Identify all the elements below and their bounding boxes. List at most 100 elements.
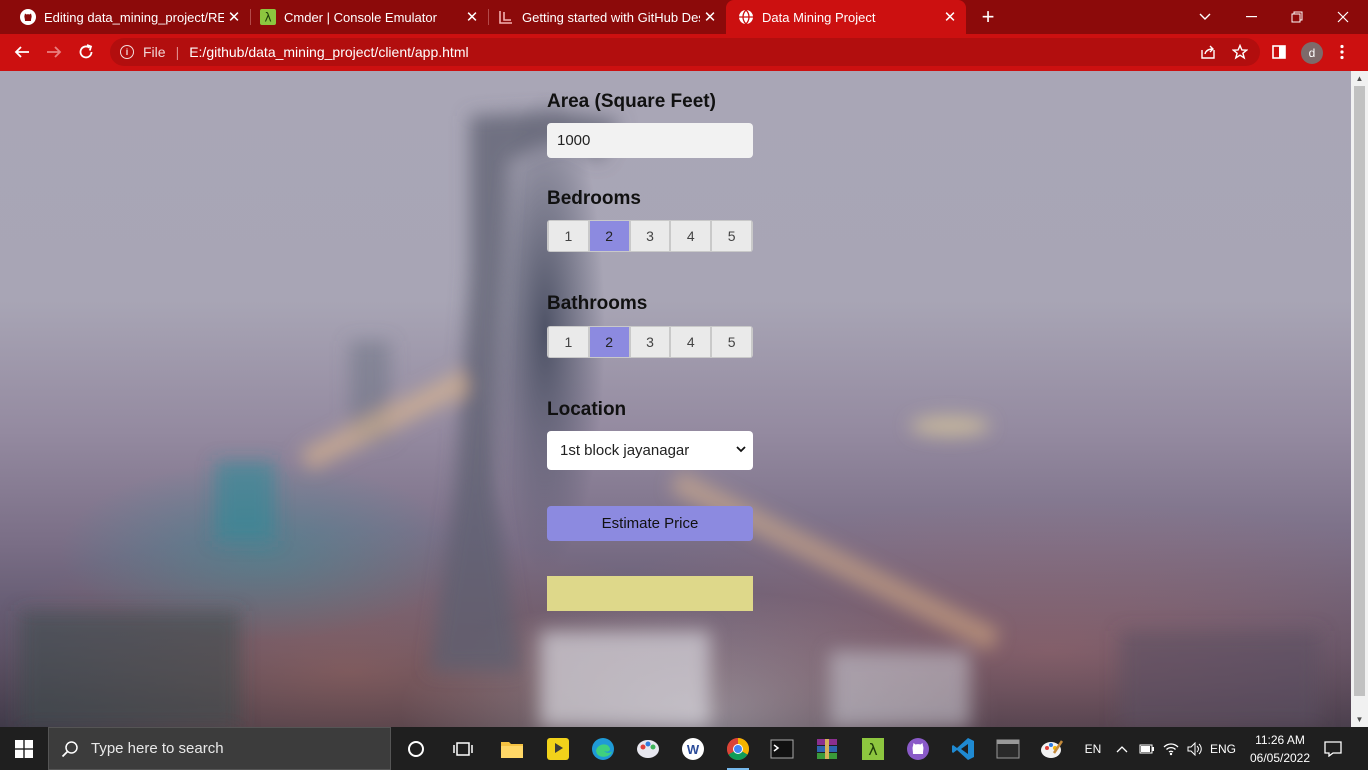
edge-icon[interactable] xyxy=(588,734,618,764)
task-view-icon[interactable] xyxy=(448,734,478,764)
svg-text:λ: λ xyxy=(868,740,877,759)
tab-title: Getting started with GitHub Desktop xyxy=(522,9,700,25)
reload-button[interactable] xyxy=(72,38,100,66)
estimated-price-result xyxy=(547,576,753,611)
cmder-icon[interactable]: λ xyxy=(858,734,888,764)
bathroom-option-5[interactable]: 5 xyxy=(712,327,751,357)
close-tab-icon[interactable]: ✕ xyxy=(940,7,960,27)
side-panel-icon[interactable] xyxy=(1269,42,1289,62)
back-arrow-icon xyxy=(14,46,29,58)
cmder-icon: λ xyxy=(260,9,276,25)
battery-icon[interactable] xyxy=(1136,727,1158,770)
forward-button[interactable] xyxy=(40,38,68,66)
svg-text:λ: λ xyxy=(264,11,271,25)
chevron-down-icon xyxy=(736,446,746,453)
bedrooms-selector: 1 2 3 4 5 xyxy=(547,220,753,252)
area-input[interactable] xyxy=(547,123,753,158)
chevron-up-icon[interactable] xyxy=(1112,727,1132,770)
vscode-icon[interactable] xyxy=(948,734,978,764)
reload-icon xyxy=(79,44,93,59)
location-select[interactable]: 1st block jayanagar xyxy=(547,431,753,470)
restore-icon xyxy=(1291,11,1303,23)
close-window-button[interactable] xyxy=(1320,0,1366,34)
browser-toolbar: i File | E:/github/data_mining_project/c… xyxy=(0,34,1368,71)
wifi-icon[interactable] xyxy=(1160,727,1182,770)
github-desktop-icon[interactable] xyxy=(903,734,933,764)
github-desktop-icon xyxy=(498,9,514,25)
paint-icon[interactable] xyxy=(633,734,663,764)
tab-cmder[interactable]: λ Cmder | Console Emulator ✕ xyxy=(240,0,488,34)
player-icon[interactable] xyxy=(543,734,573,764)
close-icon xyxy=(1337,11,1349,23)
winrar-icon[interactable] xyxy=(812,734,842,764)
start-button[interactable] xyxy=(0,727,48,770)
share-icon[interactable] xyxy=(1198,42,1218,62)
paint3d-icon[interactable] xyxy=(1037,734,1067,764)
search-placeholder: Type here to search xyxy=(91,740,224,757)
notifications-icon[interactable] xyxy=(1320,727,1346,770)
bedroom-option-2[interactable]: 2 xyxy=(589,221,629,251)
profile-avatar[interactable]: d xyxy=(1301,42,1323,64)
search-icon xyxy=(61,740,78,757)
scrollbar-thumb[interactable] xyxy=(1354,86,1365,696)
github-icon xyxy=(20,9,36,25)
address-bar[interactable]: i File | E:/github/data_mining_project/c… xyxy=(110,38,1260,66)
scroll-up-arrow-icon[interactable]: ▲ xyxy=(1351,71,1368,86)
bedroom-option-3[interactable]: 3 xyxy=(630,221,670,251)
tab-title: Editing data_mining_project/README.md xyxy=(44,9,224,25)
tab-github-readme[interactable]: Editing data_mining_project/README.md ✕ xyxy=(0,0,250,34)
cortana-icon[interactable] xyxy=(401,734,431,764)
menu-dots-icon[interactable] xyxy=(1332,42,1352,62)
bedroom-option-5[interactable]: 5 xyxy=(712,221,751,251)
language-indicator[interactable]: ENG xyxy=(1208,727,1238,770)
tab-github-desktop[interactable]: Getting started with GitHub Desktop ✕ xyxy=(478,0,726,34)
bathrooms-label: Bathrooms xyxy=(547,293,648,314)
location-selected-value: 1st block jayanagar xyxy=(560,442,690,459)
close-tab-icon[interactable]: ✕ xyxy=(700,7,720,27)
terminal-icon[interactable] xyxy=(767,734,797,764)
tab-title: Cmder | Console Emulator xyxy=(284,9,437,25)
forward-arrow-icon xyxy=(47,46,62,58)
writer-icon[interactable]: W xyxy=(678,734,708,764)
tab-data-mining-project[interactable]: Data Mining Project ✕ xyxy=(726,0,966,34)
file-explorer-icon[interactable] xyxy=(497,734,527,764)
tab-search-button[interactable] xyxy=(1182,0,1228,34)
clock-time: 11:26 AM xyxy=(1255,733,1305,747)
info-icon[interactable]: i xyxy=(120,45,134,59)
bathroom-option-4[interactable]: 4 xyxy=(671,327,711,357)
windows-logo-icon xyxy=(15,739,33,758)
bathroom-option-3[interactable]: 3 xyxy=(630,327,670,357)
scheme-label: File xyxy=(143,44,166,60)
windows-taskbar: Type here to search W λ EN ENG 11:26 AM … xyxy=(0,727,1368,770)
bedroom-option-4[interactable]: 4 xyxy=(671,221,711,251)
svg-text:W: W xyxy=(687,742,700,757)
chrome-icon[interactable] xyxy=(723,734,753,770)
chevron-down-icon xyxy=(1199,13,1211,20)
page-content: Area (Square Feet) Bedrooms 1 2 3 4 5 Ba… xyxy=(0,71,1351,727)
area-label: Area (Square Feet) xyxy=(547,91,716,112)
keyboard-indicator[interactable]: EN xyxy=(1080,727,1106,770)
console-icon[interactable] xyxy=(993,734,1023,764)
bathroom-option-1[interactable]: 1 xyxy=(549,327,588,357)
tab-title: Data Mining Project xyxy=(762,9,876,25)
globe-icon xyxy=(738,9,754,25)
clock-date: 06/05/2022 xyxy=(1249,751,1311,765)
minimize-icon xyxy=(1245,16,1257,18)
back-button[interactable] xyxy=(8,38,36,66)
taskbar-search-box[interactable]: Type here to search xyxy=(48,727,391,770)
background-city-image xyxy=(20,111,1320,727)
restore-button[interactable] xyxy=(1274,0,1320,34)
url-text: E:/github/data_mining_project/client/app… xyxy=(189,44,469,60)
bathroom-option-2[interactable]: 2 xyxy=(589,327,629,357)
minimize-button[interactable] xyxy=(1228,0,1274,34)
tab-strip: Editing data_mining_project/README.md ✕ … xyxy=(0,0,1368,34)
address-separator: | xyxy=(175,44,180,60)
bedroom-option-1[interactable]: 1 xyxy=(549,221,588,251)
scroll-down-arrow-icon[interactable]: ▼ xyxy=(1351,712,1368,727)
clock[interactable]: 11:26 AM 06/05/2022 xyxy=(1240,731,1320,767)
bookmark-star-icon[interactable] xyxy=(1230,42,1250,62)
new-tab-button[interactable]: + xyxy=(976,4,1000,29)
estimate-price-button[interactable]: Estimate Price xyxy=(547,506,753,541)
bathrooms-selector: 1 2 3 4 5 xyxy=(547,326,753,358)
volume-icon[interactable] xyxy=(1184,727,1206,770)
